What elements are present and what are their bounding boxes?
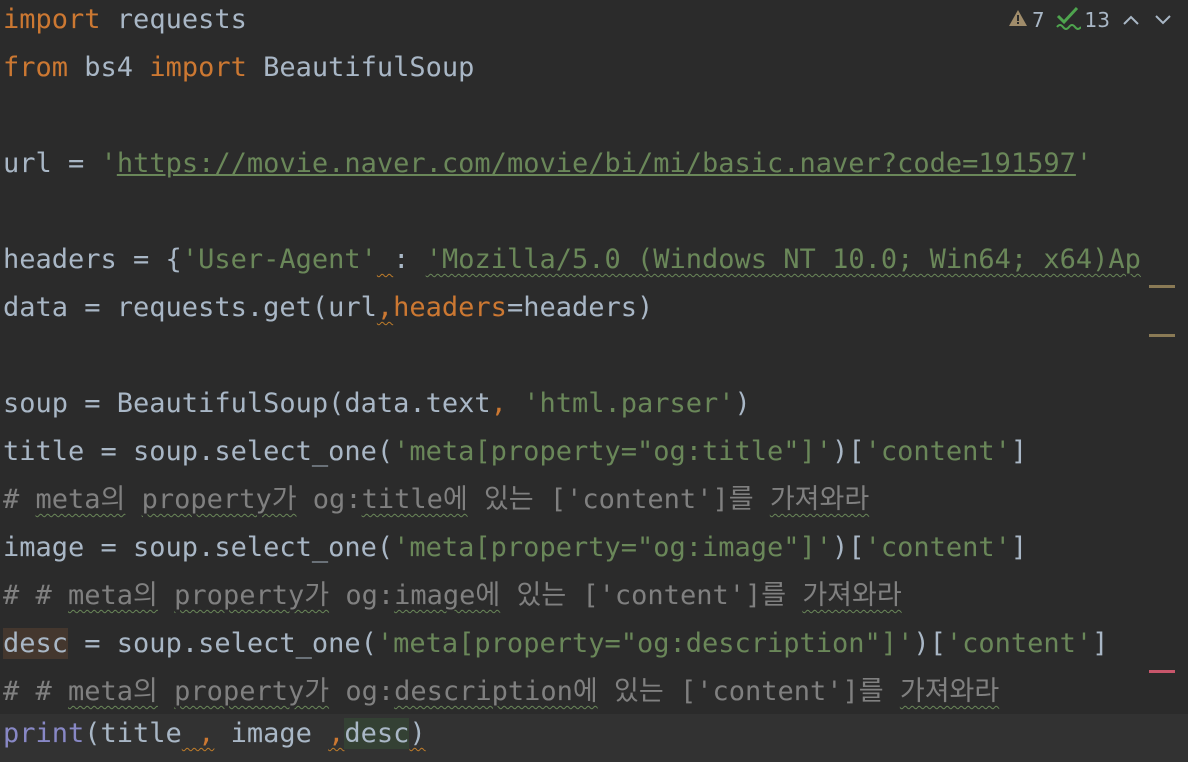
string-token-typo: 'Mozilla/5.0 (Windows NT 10.0; Win64; x6… <box>425 244 1141 275</box>
comment-token <box>158 580 174 611</box>
identifier-token: bs4 <box>68 52 150 83</box>
code-line-6[interactable]: headers = {'User-Agent' : 'Mozilla/5.0 (… <box>3 240 1141 288</box>
identifier-token: requests <box>100 4 247 35</box>
identifier-token: image = soup.select_one( <box>3 532 394 563</box>
comment-typo: 가져와라 <box>802 580 902 611</box>
identifier-token: ) <box>409 718 426 749</box>
code-editor[interactable]: import requests from bs4 import Beautifu… <box>0 0 1188 762</box>
code-line-4[interactable]: url = 'https://movie.naver.com/movie/bi/… <box>3 144 1092 192</box>
identifier-token: = soup.select_one( <box>68 628 377 659</box>
comment-token <box>125 484 141 515</box>
code-line-15-comment[interactable]: # # meta의 property가 og:description에 있는 [… <box>3 672 999 720</box>
comment-typo: meta의 <box>35 484 126 515</box>
code-line-16-current[interactable]: print(title , image ,desc) <box>0 714 1188 762</box>
string-token: 'content' <box>864 436 1011 467</box>
comment-token: og: <box>296 484 362 515</box>
string-token: 'meta[property="og:description"]' <box>376 628 914 659</box>
comment-typo: image에 <box>394 580 501 611</box>
identifier-token: ] <box>1010 532 1028 563</box>
kwarg-token: headers <box>393 292 507 323</box>
comma-warning: , <box>181 718 215 749</box>
punctuation-token: : <box>393 244 410 275</box>
warning-triangle-icon <box>1008 8 1028 32</box>
identifier-token: soup = BeautifulSoup(data.text <box>3 388 491 419</box>
code-line-10[interactable]: title = soup.select_one('meta[property="… <box>3 432 1027 480</box>
identifier-token: =headers) <box>506 292 654 323</box>
highlighted-identifier: desc <box>3 628 69 659</box>
warnings-count: 7 <box>1031 8 1045 32</box>
space-warning <box>377 244 393 275</box>
identifier-token: ] <box>1010 436 1028 467</box>
comment-typo: 가져와라 <box>899 676 1000 707</box>
check-squiggle-icon <box>1055 6 1082 35</box>
chevron-down-icon[interactable] <box>1152 9 1174 31</box>
comment-typo: description에 <box>394 676 598 707</box>
string-token: 'meta[property="og:title"]' <box>393 436 833 467</box>
code-line-7[interactable]: data = requests.get(url,headers=headers) <box>3 288 653 336</box>
identifier-token: BeautifulSoup <box>246 52 475 83</box>
comment-token: 있는 ['content']를 <box>597 676 900 707</box>
identifier-token: title = soup.select_one( <box>3 436 394 467</box>
identifier-token: )[ <box>832 436 865 467</box>
comment-token: # # <box>3 580 69 611</box>
identifier-token: data = requests.get(url <box>3 292 377 323</box>
identifier-token: )[ <box>832 532 865 563</box>
comma-warning: , <box>328 718 345 749</box>
inspection-widget[interactable]: 7 13 <box>1001 6 1174 35</box>
weak-warnings-count: 13 <box>1084 8 1110 32</box>
chevron-up-icon[interactable] <box>1120 9 1142 31</box>
code-line-11-comment[interactable]: # meta의 property가 og:title에 있는 ['content… <box>3 480 869 528</box>
comment-token: # # <box>3 676 69 707</box>
highlighted-identifier: desc <box>344 718 410 749</box>
code-line-14[interactable]: desc = soup.select_one('meta[property="o… <box>3 624 1108 672</box>
comment-token <box>158 676 174 707</box>
comment-typo: property가 <box>174 580 330 611</box>
url-link[interactable]: https://movie.naver.com/movie/bi/mi/basi… <box>117 148 1076 179</box>
comma-token: , <box>490 388 524 419</box>
comment-typo: property가 <box>141 484 297 515</box>
scrollbar-warning-marker[interactable] <box>1149 334 1175 337</box>
string-token: 'html.parser' <box>523 388 735 419</box>
warnings-counter[interactable]: 7 <box>1008 8 1045 32</box>
keyword-token: from <box>3 52 69 83</box>
comment-typo: meta의 <box>68 580 158 611</box>
identifier-token: (title <box>84 718 182 749</box>
identifier-token: url = <box>3 148 101 179</box>
comment-token: 있는 ['content']를 <box>500 580 803 611</box>
comment-token: og: <box>329 676 395 707</box>
comment-token: # <box>3 484 36 515</box>
identifier-token: ) <box>734 388 751 419</box>
identifier-token: ] <box>1092 628 1109 659</box>
string-quote: ' <box>1075 148 1093 179</box>
comment-token: 있는 ['content']를 <box>467 484 770 515</box>
comment-token: og: <box>329 580 395 611</box>
comment-typo: 가져와라 <box>769 484 870 515</box>
identifier-token: image <box>214 718 329 749</box>
identifier-token: headers = { <box>3 244 182 275</box>
code-line-12[interactable]: image = soup.select_one('meta[property="… <box>3 528 1027 576</box>
comment-typo: property가 <box>174 676 330 707</box>
code-line-13-comment[interactable]: # # meta의 property가 og:image에 있는 ['conte… <box>3 576 902 624</box>
comment-typo: meta의 <box>68 676 158 707</box>
comment-typo: title에 <box>361 484 468 515</box>
string-token: 'content' <box>864 532 1011 563</box>
code-line-2[interactable]: from bs4 import BeautifulSoup <box>3 48 474 96</box>
scrollbar-error-marker[interactable] <box>1149 670 1175 673</box>
code-line-9[interactable]: soup = BeautifulSoup(data.text, 'html.pa… <box>3 384 751 432</box>
weak-warnings-counter[interactable]: 13 <box>1055 6 1110 35</box>
keyword-token: import <box>3 4 101 35</box>
keyword-token: import <box>149 52 247 83</box>
code-line-1[interactable]: import requests <box>3 0 247 48</box>
identifier-token: )[ <box>913 628 946 659</box>
string-token: 'content' <box>945 628 1093 659</box>
string-token: 'meta[property="og:image"]' <box>393 532 833 563</box>
string-token: 'User-Agent' <box>181 244 377 275</box>
string-quote: ' <box>100 148 117 179</box>
builtin-token: print <box>3 718 85 749</box>
scrollbar-warning-marker[interactable] <box>1149 285 1175 288</box>
comma-warning: , <box>376 292 394 323</box>
